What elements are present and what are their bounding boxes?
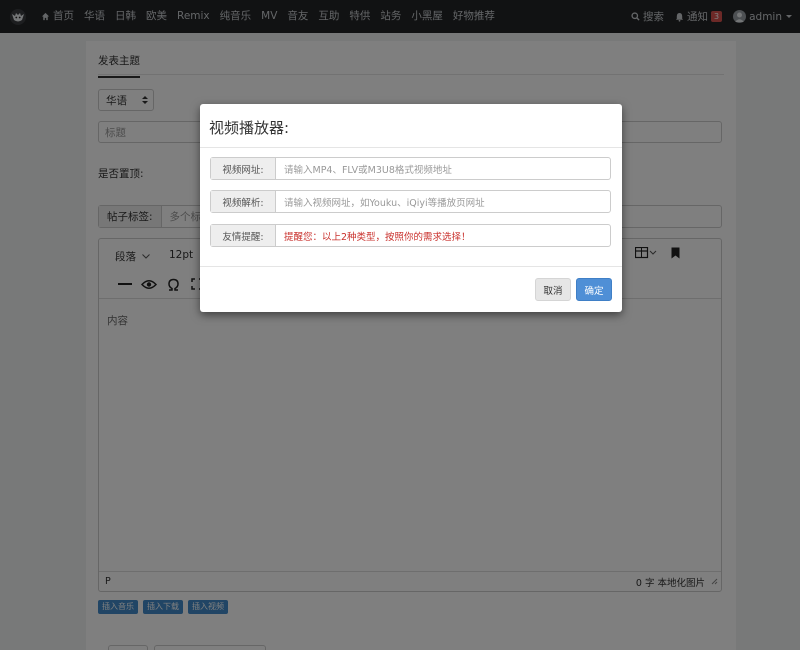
video-parse-group: 视频解析: 请输入视频网址，如Youku、iQiyi等播放页网址 xyxy=(210,190,611,213)
reminder-text: 提醒您：以上2种类型，按照你的需求选择！ xyxy=(284,231,471,243)
friendly-reminder-group: 友情提醒: 提醒您：以上2种类型，按照你的需求选择！ xyxy=(210,224,611,247)
confirm-button[interactable]: 确定 xyxy=(576,278,612,301)
modal-header-divider xyxy=(200,147,622,148)
cancel-button[interactable]: 取消 xyxy=(535,278,571,301)
reminder-label: 友情提醒: xyxy=(211,225,276,246)
video-url-label: 视频网址: xyxy=(211,158,276,179)
modal-footer-divider xyxy=(200,266,622,267)
video-player-modal: 视频播放器: 视频网址: 请输入MP4、FLV或M3U8格式视频地址 视频解析:… xyxy=(200,104,622,312)
video-parse-input[interactable]: 请输入视频网址，如Youku、iQiyi等播放页网址 xyxy=(276,191,485,212)
modal-backdrop[interactable] xyxy=(0,0,800,650)
video-url-group: 视频网址: 请输入MP4、FLV或M3U8格式视频地址 xyxy=(210,157,611,180)
modal-title: 视频播放器: xyxy=(209,119,290,137)
video-parse-label: 视频解析: xyxy=(211,191,276,212)
video-url-input[interactable]: 请输入MP4、FLV或M3U8格式视频地址 xyxy=(276,158,452,179)
